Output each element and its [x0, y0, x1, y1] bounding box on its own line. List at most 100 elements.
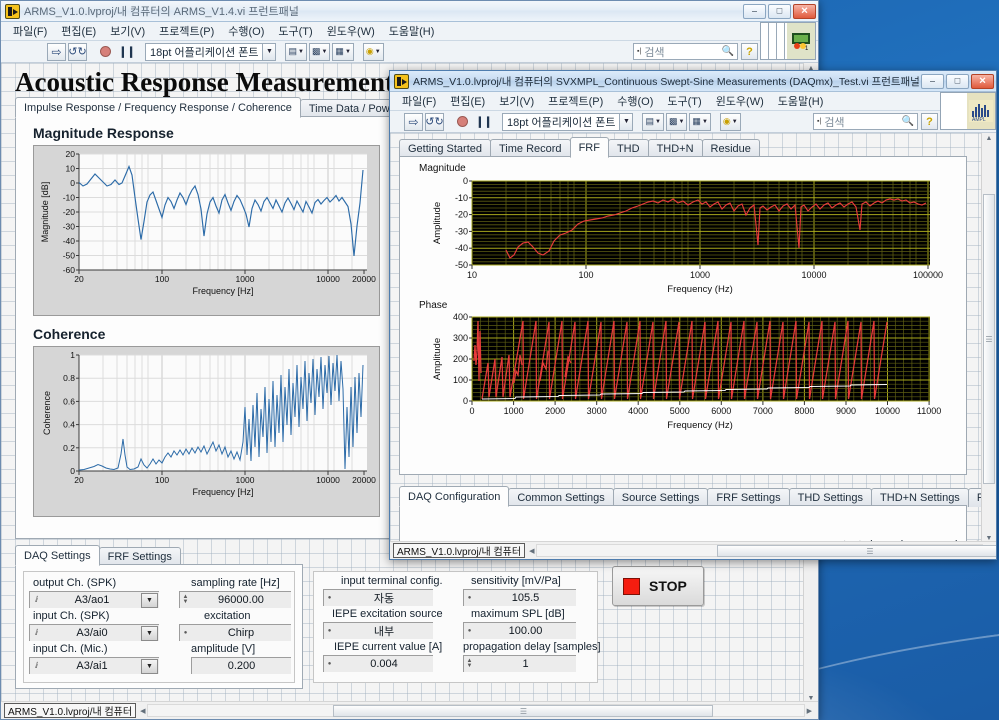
distribute-objects-icon[interactable]: ▩ ▼ [665, 112, 688, 131]
front-front-panel[interactable]: Getting Started Time Record FRF THD THD+… [390, 133, 996, 559]
menu-operate[interactable]: 수행(O) [611, 92, 659, 110]
align-objects-icon[interactable]: ▤ ▼ [642, 112, 664, 131]
hscroll-right-icon[interactable]: ▶ [807, 705, 812, 717]
menu-view[interactable]: 보기(V) [104, 22, 151, 40]
align-objects-icon[interactable]: ▤ ▼ [285, 42, 307, 61]
tab-frf[interactable]: FRF [569, 137, 609, 158]
sampling-rate-field[interactable]: ▲ ▼ 96000.00 [179, 591, 291, 608]
spinner-icon[interactable]: ▲ ▼ [464, 657, 475, 672]
menu-tools[interactable]: 도구(T) [272, 22, 318, 40]
main-status-bar[interactable]: ARMS_V1.0.lvproj/내 컴퓨터 ◀ ☰ ▶ [1, 701, 818, 719]
main-tabstrip[interactable]: Impulse Response / Frequency Response / … [15, 97, 459, 118]
menu-help[interactable]: 도움말(H) [772, 92, 830, 110]
pause-icon[interactable]: ❙❙ [117, 43, 136, 61]
font-chevron-down-icon[interactable]: ▼ [263, 42, 277, 61]
close-button[interactable]: ✕ [793, 3, 816, 19]
abort-icon[interactable] [96, 43, 115, 61]
menu-project[interactable]: 프로젝트(P) [542, 92, 609, 110]
menu-tools[interactable]: 도구(T) [661, 92, 707, 110]
main-toolbar[interactable]: ⇨ ↺↻ ❙❙ 18pt 어플리케이션 폰트 ▼ ▤ ▼ ▩ ▼ ▦ ▼ ◉ ▼ ▪| … [1, 22, 818, 63]
menu-window[interactable]: 윈도우(W) [321, 22, 381, 40]
main-search-area[interactable]: ▪| 검색 🔍 ? 1 [633, 22, 818, 62]
menu-window[interactable]: 윈도우(W) [710, 92, 770, 110]
iepe-current-field[interactable]: ● 0.004 [323, 655, 433, 672]
hscroll-left-icon[interactable]: ◀ [529, 545, 534, 557]
menu-file[interactable]: 파일(F) [7, 22, 53, 40]
front-status-bar[interactable]: ARMS_V1.0.lvproj/내 컴퓨터 ◀ ☰ ▶ [390, 541, 996, 559]
front-menubar[interactable]: 파일(F) 편집(E) 보기(V) 프로젝트(P) 수행(O) 도구(T) 윈도… [390, 92, 996, 111]
front-tabstrip-wrapper[interactable]: Getting Started Time Record FRF THD THD+… [399, 137, 760, 158]
input-ch-mic-ring[interactable]: ⅈ A3/ai1 ▼ [29, 657, 159, 674]
close-button[interactable]: ✕ [971, 73, 994, 89]
sensitivity-field[interactable]: ● 105.5 [463, 589, 576, 606]
maximize-button[interactable]: □ [946, 73, 969, 89]
ring-knob-icon[interactable]: ● [324, 591, 335, 606]
main-window-titlebar[interactable]: ARMS_V1.0.lvproj/내 컴퓨터의 ARMS_V1.4.vi 프런트… [1, 1, 818, 22]
coherence-graph[interactable]: 1 0.8 0.6 0.4 0.2 0 20 100 1000 10000 20000 [33, 346, 380, 517]
svxmpl-vi-window[interactable]: ARMS_V1.0.lvproj/내 컴퓨터의 SVXMPL_Continuou… [389, 70, 997, 560]
amplitude-field[interactable]: 0.200 [191, 657, 291, 674]
distribute-objects-icon[interactable]: ▩ ▼ [308, 42, 331, 61]
minimize-button[interactable]: – [743, 3, 766, 19]
run-continuous-icon[interactable]: ↺↻ [425, 112, 444, 131]
front-window-controls[interactable]: – □ ✕ [921, 73, 994, 89]
hscroll-thumb[interactable]: ☰ [333, 705, 714, 717]
front-settings-tabstrip[interactable]: DAQ Configuration Common Settings Source… [399, 486, 996, 507]
magnitude-response-graph[interactable]: 20 10 0 -10 -20 -30 -40 -50 -60 20 100 1000 1000… [33, 145, 380, 316]
front-tabstrip[interactable]: Getting Started Time Record FRF THD THD+… [399, 137, 760, 158]
font-selector[interactable]: 18pt 어플리케이션 폰트 [145, 42, 264, 61]
maximize-button[interactable]: □ [768, 3, 791, 19]
max-spl-field[interactable]: ● 100.00 [463, 622, 576, 639]
frf-magnitude-graph[interactable]: 0 -10 -20 -30 -40 -50 10 100 1000 10000 100000 [410, 175, 958, 299]
run-arrow-icon[interactable]: ⇨ [47, 42, 66, 61]
tab-daq-settings[interactable]: DAQ Settings [15, 545, 100, 566]
frf-phase-graph[interactable]: 400 300 200 100 0 0 1000 2000 3000 4000 5000 60… [410, 311, 958, 435]
font-chevron-down-icon[interactable]: ▼ [620, 112, 634, 131]
front-search-area[interactable]: ▪| 검색 🔍 ? AMPL [813, 92, 996, 132]
run-arrow-icon[interactable]: ⇨ [404, 112, 423, 131]
menu-project[interactable]: 프로젝트(P) [153, 22, 220, 40]
ring-knob-icon[interactable]: ● [324, 657, 335, 672]
ring-knob-icon[interactable]: ● [324, 624, 335, 639]
main-stop-button[interactable]: STOP [612, 566, 704, 606]
output-ch-spk-ring[interactable]: ⅈ A3/ao1 ▼ [29, 591, 159, 608]
main-menubar[interactable]: 파일(F) 편집(E) 보기(V) 프로젝트(P) 수행(O) 도구(T) 윈도… [1, 22, 818, 41]
ring-knob-icon[interactable]: ● [464, 624, 475, 639]
project-chip[interactable]: ARMS_V1.0.lvproj/내 컴퓨터 [4, 703, 137, 718]
tab-impulse-frequency-coherence[interactable]: Impulse Response / Frequency Response / … [15, 97, 301, 118]
menu-edit[interactable]: 편집(E) [444, 92, 491, 110]
front-toolbar[interactable]: ⇨ ↺↻ ❙❙ 18pt 어플리케이션 폰트 ▼ ▤ ▼ ▩ ▼ ▦ ▼ ◉ ▼ ▪| … [390, 92, 996, 133]
vscroll-thumb[interactable]: ☰ [983, 194, 995, 484]
spinner-icon[interactable]: ▲ ▼ [180, 593, 191, 608]
menu-edit[interactable]: 편집(E) [55, 22, 102, 40]
search-input[interactable]: ▪| 검색 🔍 [813, 113, 918, 130]
daq-settings-tabstrip[interactable]: DAQ Settings FRF Settings [15, 545, 295, 566]
menu-view[interactable]: 보기(V) [493, 92, 540, 110]
chevron-down-icon[interactable]: ▼ [141, 658, 158, 674]
connector-pane[interactable]: AMPL [940, 92, 996, 130]
reorder-objects-icon[interactable]: ◉ ▼ [719, 112, 741, 131]
ring-knob-icon[interactable]: ● [464, 591, 475, 606]
font-selector[interactable]: 18pt 어플리케이션 폰트 [502, 112, 621, 131]
tab-daq-configuration[interactable]: DAQ Configuration [399, 486, 510, 507]
run-continuous-icon[interactable]: ↺↻ [68, 42, 87, 61]
abort-icon[interactable] [453, 113, 472, 131]
project-chip[interactable]: ARMS_V1.0.lvproj/내 컴퓨터 [393, 543, 526, 558]
excitation-ring[interactable]: ● Chirp [179, 624, 291, 641]
scroll-up-icon[interactable]: ▲ [986, 133, 993, 144]
main-window-controls[interactable]: – □ ✕ [743, 3, 816, 19]
connector-pane[interactable]: 1 [760, 22, 816, 60]
minimize-button[interactable]: – [921, 73, 944, 89]
help-icon[interactable]: ? [741, 43, 758, 60]
hscroll-thumb[interactable]: ☰ [717, 545, 996, 557]
menu-file[interactable]: 파일(F) [396, 92, 442, 110]
ring-knob-icon[interactable]: ● [180, 626, 191, 641]
iepe-source-ring[interactable]: ● 내부 [323, 622, 433, 639]
front-settings-tabstrip-wrapper[interactable]: DAQ Configuration Common Settings Source… [399, 486, 996, 507]
input-terminal-config-ring[interactable]: ● 자동 [323, 589, 433, 606]
propagation-delay-field[interactable]: ▲ ▼ 1 [463, 655, 576, 672]
chevron-down-icon[interactable]: ▼ [141, 592, 158, 608]
help-icon[interactable]: ? [921, 113, 938, 130]
resize-objects-icon[interactable]: ▦ ▼ [689, 112, 711, 131]
menu-help[interactable]: 도움말(H) [383, 22, 441, 40]
